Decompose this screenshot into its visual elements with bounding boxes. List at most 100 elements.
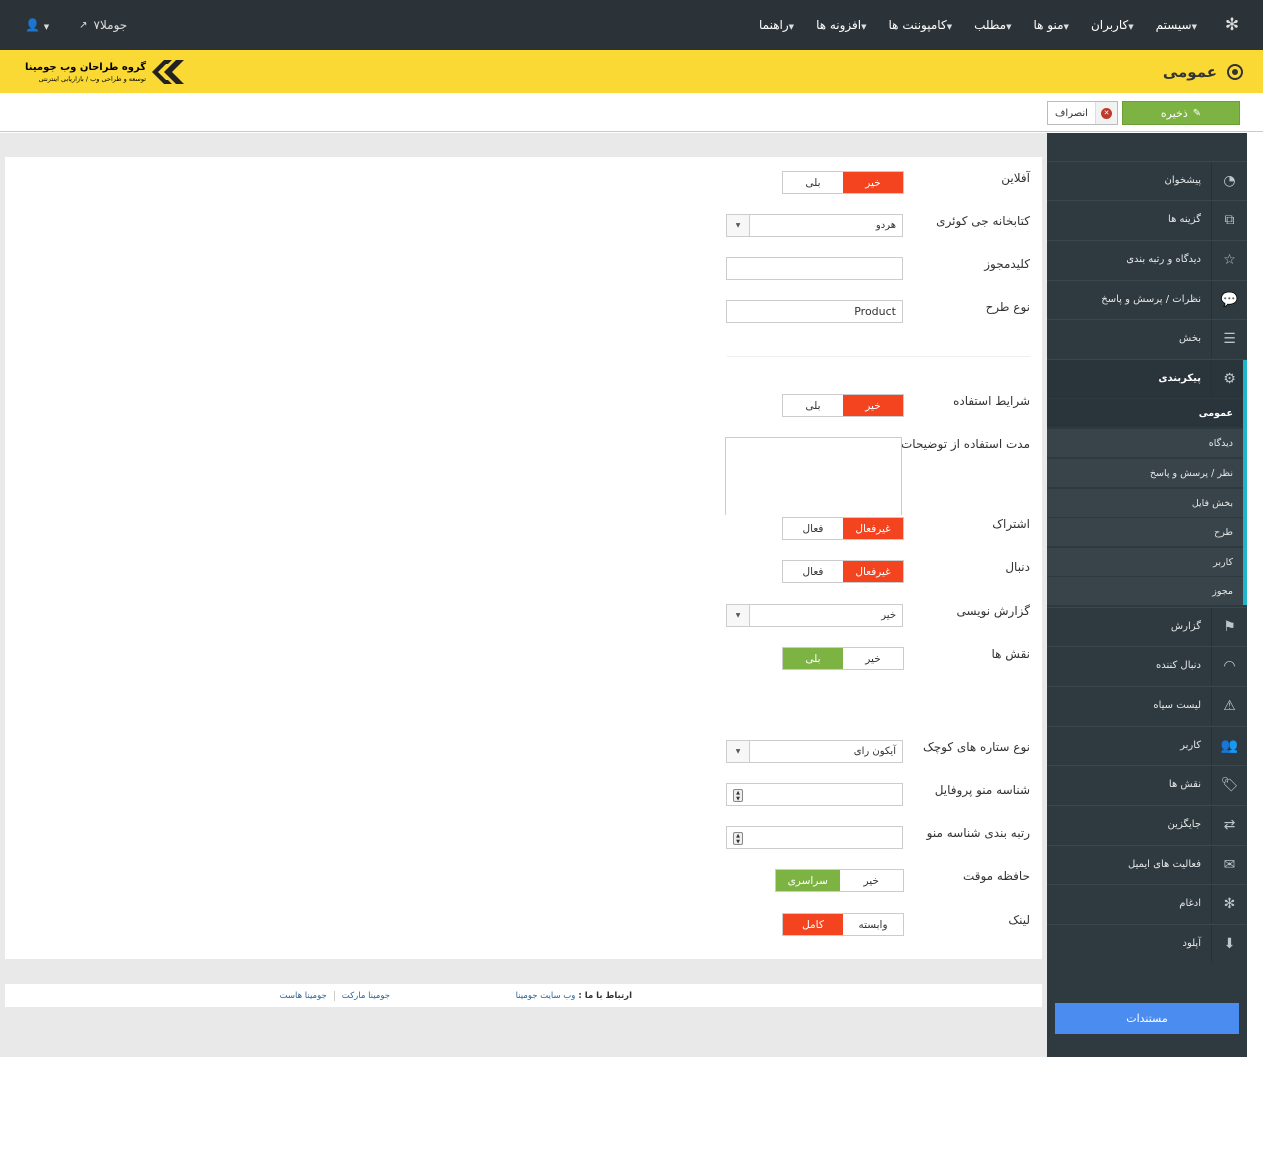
share-on-option[interactable]: فعال	[783, 518, 843, 539]
terms-yes-option[interactable]: بلی	[783, 395, 843, 416]
warning-icon: ⚠	[1211, 687, 1247, 725]
sidebar-item-label: دیدگاه و رتبه بندی	[1126, 254, 1201, 265]
sidebar-item-configuration[interactable]: ⚙ پیکربندی	[1047, 359, 1247, 398]
menu-extensions[interactable]: افزونه ها▼	[816, 18, 870, 32]
page-title-text: عمومی	[1162, 62, 1217, 81]
logging-value: خیر	[881, 610, 896, 621]
sidebar-item-report[interactable]: ⚑ گزارش	[1047, 607, 1247, 646]
license-key-input[interactable]	[726, 257, 903, 280]
terms-duration-textarea[interactable]	[725, 437, 902, 515]
save-button[interactable]: ذخیره ✎	[1122, 101, 1240, 125]
spinner-icon[interactable]: ▲ ▼	[733, 789, 743, 802]
menu-content[interactable]: مطلب▼	[974, 18, 1015, 32]
row-follow: دنبال غیرفعال فعال	[5, 560, 1042, 584]
share-toggle[interactable]: غیرفعال فعال	[782, 517, 904, 540]
row-license-key: کلیدمجوز	[5, 257, 1042, 281]
site-link-label: جوملا۷	[93, 18, 128, 32]
sidebar-sub-layout[interactable]: طرح	[1047, 517, 1243, 546]
target-icon	[1227, 63, 1243, 80]
sidebar-item-comments[interactable]: 💬 نظرات / پرسش و پاسخ	[1047, 280, 1247, 319]
roles-toggle[interactable]: خیر بلی	[782, 647, 904, 670]
sidebar-item-email-activity[interactable]: ✉ فعالیت های ایمیل	[1047, 845, 1247, 884]
sidebar-sub-label: مجوز	[1212, 586, 1233, 597]
sidebar-sub-permission[interactable]: مجوز	[1047, 576, 1243, 605]
sidebar-sub-general[interactable]: عمومی	[1047, 398, 1243, 427]
user-menu-icon[interactable]: 👤 ▼	[25, 18, 49, 32]
sidebar-item-users[interactable]: 👥 کاربر	[1047, 726, 1247, 765]
footer-contact-prefix: ارتباط با ما :	[578, 991, 632, 1001]
topbar-left: 👤 ▼ ↗ جوملا۷	[25, 0, 127, 50]
footer-link-market[interactable]: جومینا مارکت	[333, 991, 397, 1001]
follow-on-option[interactable]: فعال	[783, 561, 843, 582]
cancel-button[interactable]: انصراف ✕	[1047, 101, 1118, 125]
external-link-icon: ↗	[79, 19, 88, 31]
menu-components[interactable]: کامپوننت ها▼	[889, 18, 957, 32]
sidebar-item-label: گزارش	[1170, 621, 1201, 632]
offline-no-option[interactable]: خیر	[843, 172, 903, 193]
sidebar-item-dashboard[interactable]: ◔ پیشخوان	[1047, 161, 1247, 200]
menu-menus-label: منو ها	[1033, 18, 1064, 32]
jquery-select[interactable]: ▼ هردو	[726, 214, 903, 237]
footer-contact-link[interactable]: وب سایت جومینا	[516, 991, 576, 1001]
sidebar-item-options[interactable]: ⧉ گزینه ها	[1047, 200, 1247, 239]
site-link[interactable]: ↗ جوملا۷	[79, 18, 127, 32]
cache-toggle[interactable]: خیر سراسری	[775, 869, 904, 892]
terms-no-option[interactable]: خیر	[843, 395, 903, 416]
link-label: لینک	[1008, 913, 1030, 927]
joomla-logo-icon[interactable]: ✻	[1221, 14, 1243, 36]
sidebar-item-label: نقش ها	[1168, 779, 1201, 790]
menu-system[interactable]: سیستم▼	[1156, 18, 1201, 32]
caret-down-icon: ▼	[946, 23, 953, 31]
link-full-option[interactable]: کامل	[783, 914, 843, 935]
section-divider	[727, 356, 1030, 357]
star-icon: ☆	[1211, 241, 1247, 279]
sidebar-sub-review[interactable]: دیدگاه	[1047, 428, 1243, 457]
sidebar-item-reviews[interactable]: ☆ دیدگاه و رتبه بندی	[1047, 240, 1247, 279]
profile-menu-id-input[interactable]: ▲ ▼	[726, 783, 903, 806]
link-relative-option[interactable]: وابسته	[843, 914, 903, 935]
sidebar-item-blacklist[interactable]: ⚠ لیست سیاه	[1047, 686, 1247, 725]
cancel-label: انصراف	[1055, 107, 1088, 119]
star-type-label: نوع ستاره های کوچک	[922, 740, 1030, 754]
sidebar-item-section[interactable]: ☰ بخش	[1047, 319, 1247, 358]
sidebar-item-followers[interactable]: ◠ دنبال کننده	[1047, 646, 1247, 685]
sidebar-sub-file-section[interactable]: بخش فایل	[1047, 488, 1243, 517]
row-offline: آفلاین خیر بلی	[5, 171, 1042, 195]
menu-id-ranking-input[interactable]: ▲ ▼	[726, 826, 903, 849]
cache-no-option[interactable]: خیر	[839, 870, 903, 891]
layout-type-input[interactable]: Product	[726, 300, 903, 323]
brand-logo: گروه طراحان وب جومینا توسعه و طراحی وب /…	[25, 57, 186, 87]
share-off-option[interactable]: غیرفعال	[843, 518, 903, 539]
follow-off-option[interactable]: غیرفعال	[843, 561, 903, 582]
sidebar-sub-comment[interactable]: نظر / پرسش و پاسخ	[1047, 458, 1243, 487]
sidebar-item-roles[interactable]: 🏷 نقش ها	[1047, 765, 1247, 804]
menu-users[interactable]: کاربران▼	[1091, 18, 1138, 32]
roles-no-option[interactable]: خیر	[843, 648, 903, 669]
sidebar-item-replace[interactable]: ⇄ جایگزین	[1047, 805, 1247, 844]
terms-toggle[interactable]: خیر بلی	[782, 394, 904, 417]
star-type-select[interactable]: ▼ آیکون رای	[726, 740, 903, 763]
menu-menus[interactable]: منو ها▼	[1034, 18, 1073, 32]
link-toggle[interactable]: وابسته کامل	[782, 913, 904, 936]
menu-content-label: مطلب	[974, 18, 1007, 32]
offline-toggle[interactable]: خیر بلی	[782, 171, 904, 194]
roles-yes-option[interactable]: بلی	[783, 648, 843, 669]
row-menu-id-ranking: رتبه بندی شناسه منو ▲ ▼	[5, 826, 1042, 850]
footer-link-host[interactable]: جومینا هاست	[273, 991, 334, 1001]
dropdown-arrow-icon: ▼	[727, 741, 750, 762]
cache-global-option[interactable]: سراسری	[776, 870, 840, 891]
sidebar-sub-user[interactable]: کاربر	[1047, 547, 1243, 576]
offline-label: آفلاین	[1001, 171, 1030, 185]
menu-help[interactable]: راهنما▼	[759, 18, 798, 32]
page-header: عمومی گروه طراحان وب جومینا توسعه و طراح…	[0, 50, 1263, 93]
logging-select[interactable]: ▼ خیر	[726, 604, 903, 627]
caret-down-icon: ▼	[43, 23, 50, 31]
sidebar-item-label: لیست سیاه	[1153, 700, 1201, 711]
follow-toggle[interactable]: غیرفعال فعال	[782, 560, 904, 583]
spinner-icon[interactable]: ▲ ▼	[733, 832, 743, 845]
documentation-button[interactable]: مستندات	[1055, 1003, 1239, 1034]
follow-label: دنبال	[1005, 560, 1030, 574]
sidebar-item-integration[interactable]: ✻ ادغام	[1047, 884, 1247, 923]
sidebar-item-upload[interactable]: ⬇ آپلود	[1047, 924, 1247, 963]
offline-yes-option[interactable]: بلی	[783, 172, 843, 193]
